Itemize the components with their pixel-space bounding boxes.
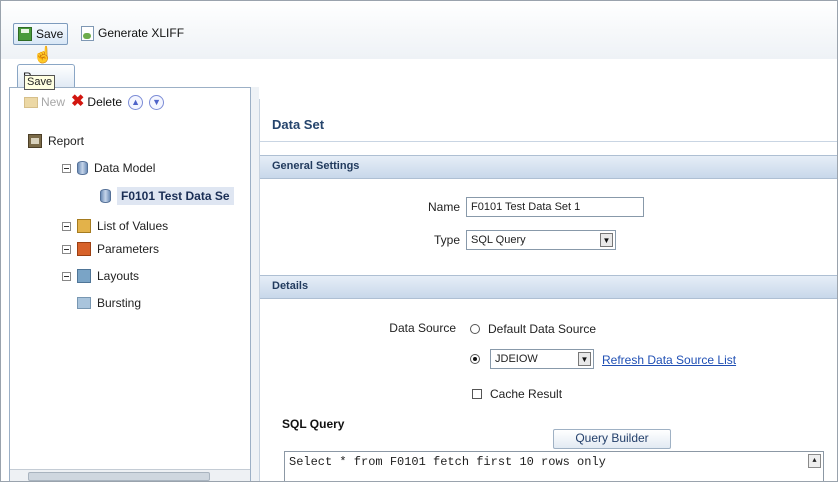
main-toolbar: Save Generate XLIFF xyxy=(1,1,837,59)
title-divider xyxy=(260,141,837,142)
tree-item-list-of-values[interactable]: List of Values xyxy=(62,219,168,233)
tree-item-label: Data Model xyxy=(94,161,156,175)
section-title: Details xyxy=(272,280,309,292)
custom-data-source-radio[interactable] xyxy=(470,354,480,364)
cache-result-label: Cache Result xyxy=(490,387,563,401)
new-button[interactable]: New xyxy=(24,95,65,109)
delete-label: Delete xyxy=(87,95,123,109)
report-tree-panel: New ✖ Delete ▲ ▼ Report Data Model F0101… xyxy=(9,87,251,481)
type-select[interactable]: SQL Query ▼ xyxy=(466,230,616,250)
generate-xliff-button[interactable]: Generate XLIFF xyxy=(81,23,184,43)
tree-item-label: Parameters xyxy=(97,242,160,256)
refresh-data-source-link[interactable]: Refresh Data Source List xyxy=(602,353,736,367)
type-label: Type xyxy=(433,233,460,247)
cache-result-checkbox[interactable] xyxy=(472,389,482,399)
hand-cursor-icon: ☝ xyxy=(33,47,53,64)
data-source-label: Data Source xyxy=(389,321,456,335)
chevron-down-icon: ▼ xyxy=(578,352,591,366)
bursting-icon xyxy=(77,297,91,309)
save-tooltip: Save xyxy=(24,75,56,90)
chevron-down-icon: ▼ xyxy=(600,233,613,247)
collapse-toggle[interactable] xyxy=(62,221,71,231)
collapse-toggle[interactable] xyxy=(62,163,71,173)
delete-icon: ✖ xyxy=(71,93,85,110)
sql-query-textarea[interactable]: Select * from F0101 fetch first 10 rows … xyxy=(284,451,824,481)
tree-item-label: Layouts xyxy=(97,269,140,283)
tree-item-data-set[interactable]: F0101 Test Data Se xyxy=(100,187,234,205)
default-data-source-label: Default Data Source xyxy=(488,322,597,336)
scroll-up-icon[interactable]: ▲ xyxy=(808,454,821,468)
tree-item-label: Report xyxy=(48,134,85,148)
tree-item-label: List of Values xyxy=(97,219,169,233)
data-set-icon xyxy=(100,189,111,203)
list-of-values-icon xyxy=(77,219,91,233)
generate-xliff-label: Generate XLIFF xyxy=(98,26,185,40)
tree-item-report[interactable]: Report xyxy=(28,134,84,148)
tree-item-data-model[interactable]: Data Model xyxy=(62,161,155,175)
tree-item-label: Bursting xyxy=(97,296,142,310)
query-builder-button[interactable]: Query Builder xyxy=(553,429,671,449)
sql-query-label: SQL Query xyxy=(282,417,345,431)
tree-toolbar: New ✖ Delete ▲ ▼ xyxy=(10,88,250,116)
report-icon xyxy=(28,134,42,148)
move-up-icon[interactable]: ▲ xyxy=(128,94,144,110)
general-settings-header: General Settings xyxy=(260,155,837,179)
name-label: Name xyxy=(427,200,460,214)
panel-title: Data Set xyxy=(272,117,325,132)
tree-item-layouts[interactable]: Layouts xyxy=(62,269,139,283)
collapse-toggle[interactable] xyxy=(62,244,71,254)
collapse-toggle[interactable] xyxy=(62,271,71,281)
save-label: Save xyxy=(36,27,64,41)
section-title: General Settings xyxy=(272,160,360,172)
tree-item-parameters[interactable]: Parameters xyxy=(62,242,159,256)
panel-splitter[interactable] xyxy=(251,87,259,481)
default-data-source-radio[interactable] xyxy=(470,324,480,334)
details-header: Details xyxy=(260,275,837,299)
data-set-panel: Data Set General Settings Name F0101 Tes… xyxy=(259,99,837,481)
layouts-icon xyxy=(77,269,91,283)
new-label: New xyxy=(41,95,66,109)
sql-query-text: Select * from F0101 fetch first 10 rows … xyxy=(289,455,606,469)
type-select-value: SQL Query xyxy=(471,234,526,246)
name-field[interactable]: F0101 Test Data Set 1 xyxy=(466,197,644,217)
data-source-select[interactable]: JDEIOW ▼ xyxy=(490,349,594,369)
tree-horizontal-scrollbar[interactable] xyxy=(10,469,250,481)
data-source-value: JDEIOW xyxy=(495,353,538,365)
move-down-icon[interactable]: ▼ xyxy=(149,94,165,110)
save-button[interactable]: Save xyxy=(13,23,69,45)
xliff-icon xyxy=(81,25,94,41)
scrollbar-thumb[interactable] xyxy=(28,472,210,481)
tree-item-bursting[interactable]: Bursting xyxy=(77,296,141,310)
delete-button[interactable]: ✖ Delete xyxy=(71,93,123,110)
data-model-icon xyxy=(77,161,88,175)
parameters-icon xyxy=(77,242,91,256)
report-editor-window: Save Generate XLIFF R New ✖ Delete ▲ ▼ R… xyxy=(0,0,838,482)
new-icon xyxy=(24,96,38,108)
save-icon xyxy=(18,27,32,41)
tree-item-label: F0101 Test Data Se xyxy=(117,187,234,205)
